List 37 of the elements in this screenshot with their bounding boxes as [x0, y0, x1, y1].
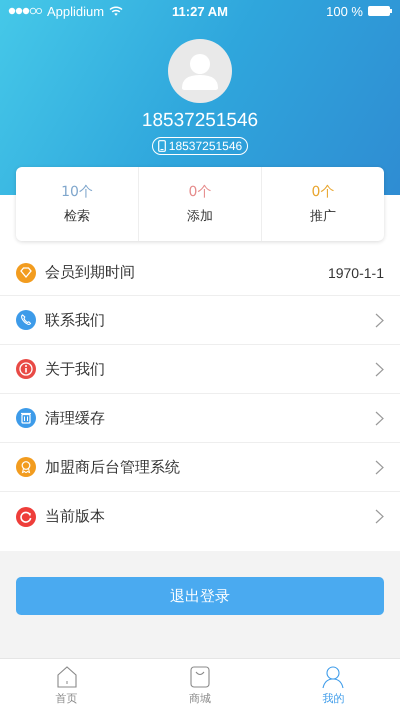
wifi-icon — [109, 6, 124, 16]
bag-icon — [188, 664, 211, 688]
carrier-name: Applidium — [47, 4, 104, 18]
stat-count: 0个 — [312, 183, 334, 201]
menu-label: 加盟商后台管理系统 — [45, 458, 181, 476]
tab[interactable]: 商城 — [133, 659, 267, 711]
signal-icon — [8, 7, 42, 15]
person-icon — [322, 664, 344, 688]
menu-item[interactable]: 加盟商后台管理系统 — [0, 443, 400, 492]
menu-label: 联系我们 — [45, 310, 106, 330]
menu-item[interactable]: 会员到期时间 1970-1-1 — [0, 250, 400, 296]
tab[interactable]: 首页 — [0, 659, 134, 711]
avatar-icon — [168, 39, 232, 103]
stat-count: 0个 — [188, 183, 212, 201]
stat-item[interactable]: 0个 推广 — [262, 167, 384, 241]
stat-count: 10个 — [61, 183, 93, 201]
battery-icon — [368, 6, 392, 16]
stat-item[interactable]: 10个 检索 — [16, 167, 139, 241]
menu-item[interactable]: 关于我们 — [0, 345, 400, 394]
menu-label: 会员到期时间 — [45, 263, 136, 282]
menu-value: 1970-1-1 — [328, 264, 384, 280]
battery-level: 100 % — [326, 4, 363, 18]
stat-label: 推广 — [310, 208, 336, 225]
menu-item[interactable]: 联系我们 — [0, 296, 400, 345]
stat-label: 检索 — [64, 208, 90, 225]
menu-label: 关于我们 — [45, 360, 106, 378]
menu-label: 当前版本 — [45, 507, 106, 526]
phone-icon — [158, 140, 166, 152]
stat-item[interactable]: 0个 添加 — [139, 167, 262, 241]
menu-label: 清理缓存 — [45, 408, 106, 428]
phone-badge: 18537251546 — [152, 137, 248, 155]
home-icon — [56, 664, 78, 688]
user-name: 18537251546 — [142, 110, 258, 132]
menu-item[interactable]: 当前版本 — [0, 492, 400, 541]
status-time: 11:27 AM — [172, 4, 228, 18]
stat-label: 添加 — [187, 208, 213, 225]
menu-item[interactable]: 清理缓存 — [0, 394, 400, 443]
